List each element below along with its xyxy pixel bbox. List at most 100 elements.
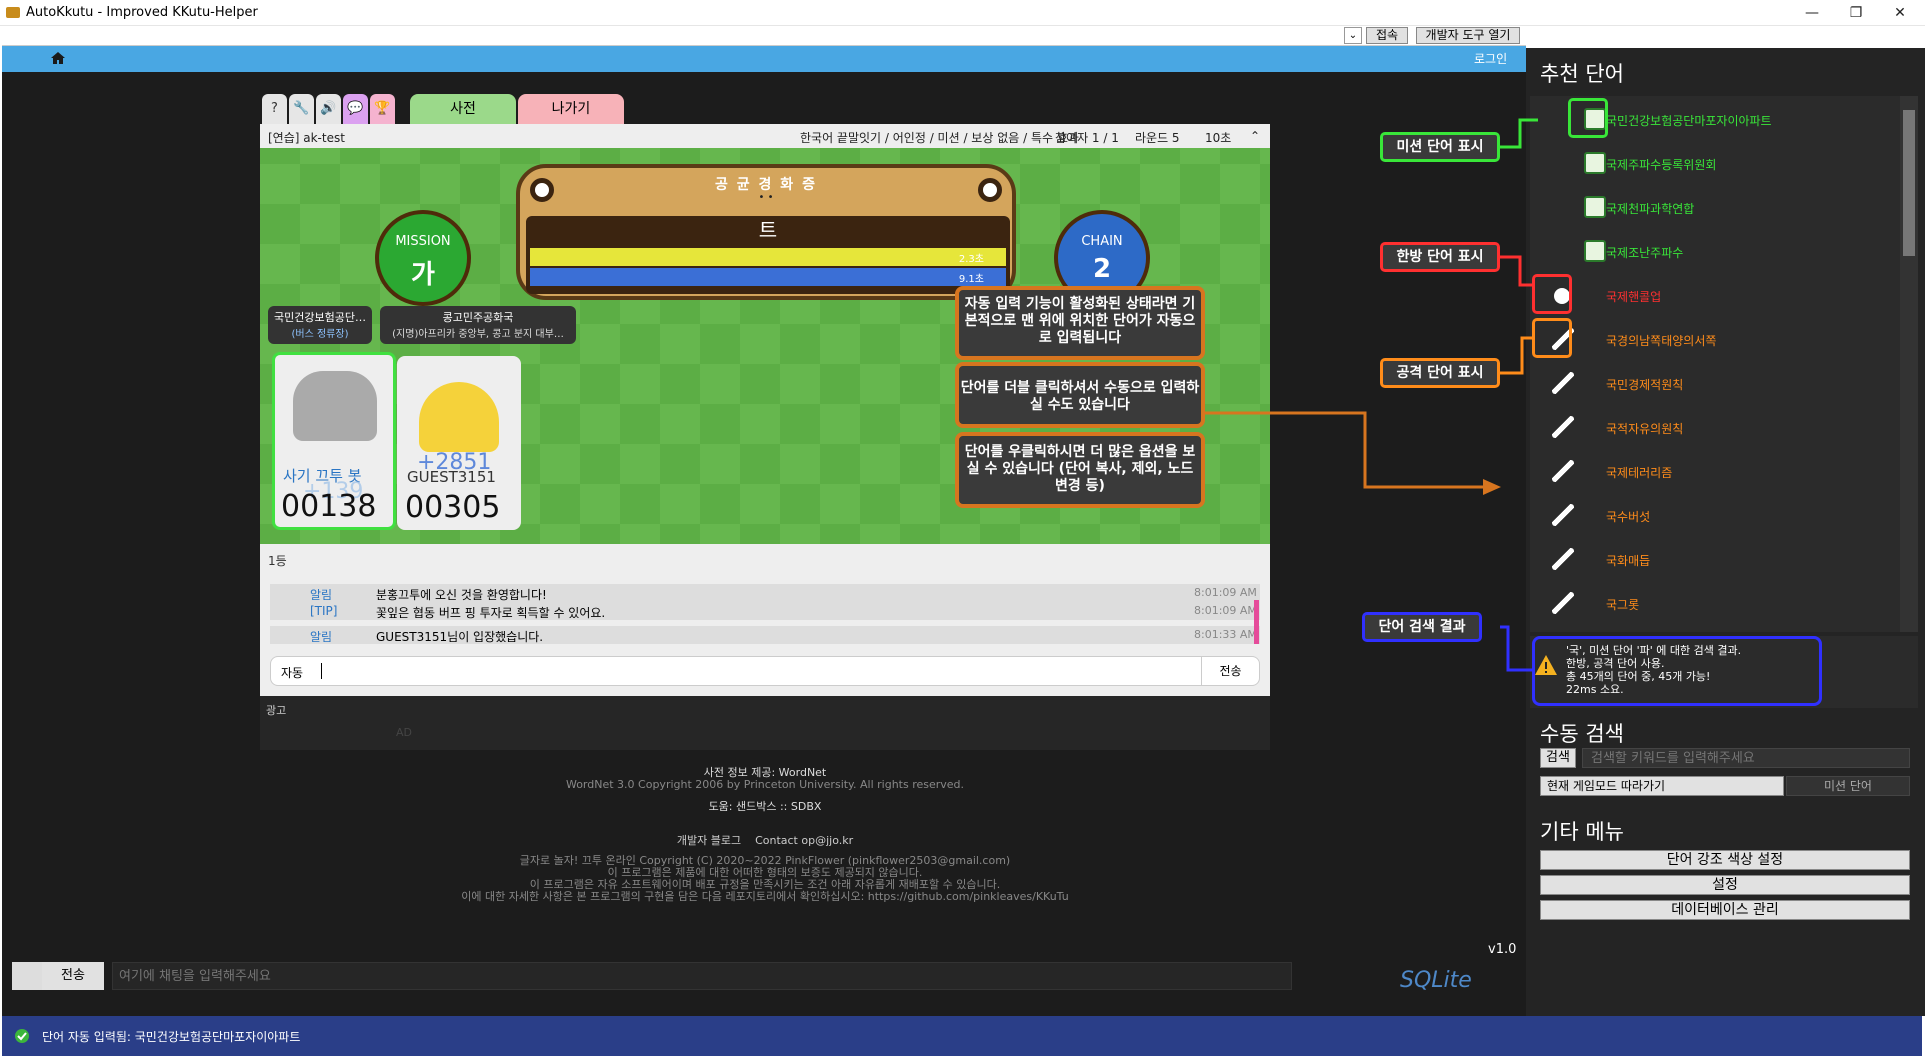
sqlite-logo: SQLite: [1400, 968, 1472, 993]
player-card[interactable]: GUEST3151 +2851 00305: [397, 356, 521, 530]
chat-panel: 1등 알림 분홍끄투에 오신 것을 환영합니다! 8:01:09 AM [TIP…: [260, 544, 1270, 696]
maximize-button[interactable]: ❐: [1834, 2, 1878, 24]
mission-callout: 미션 단어 표시: [1380, 132, 1500, 162]
word-item[interactable]: 국경의남쪽태양의서쪽: [1540, 320, 1900, 360]
word-board: 공 균 경 화 증 • • 트 2.3초 9.1초: [516, 164, 1016, 300]
player-score: 00305: [405, 490, 501, 525]
callout-connectors: [1500, 118, 1538, 672]
turn-timer-bar: 2.3초: [530, 248, 1006, 266]
word-hint: 공 균 경 화 증: [715, 177, 817, 193]
ad-area: 광고 AD: [260, 696, 1270, 750]
footer-help[interactable]: 도움: 샌드박스 :: SDBX: [260, 798, 1270, 814]
word-item[interactable]: 국그롯: [1540, 584, 1900, 624]
word-label: 국제천파과학연합: [1606, 202, 1695, 216]
app-icon: [6, 7, 20, 18]
chat-time: 8:01:09 AM: [1194, 604, 1257, 617]
sound-icon[interactable]: 🔊: [316, 94, 341, 124]
board-dots: • •: [758, 192, 774, 203]
settings-button[interactable]: 설정: [1540, 875, 1910, 895]
player-score: 00138: [281, 489, 377, 524]
room-round: 라운드 5: [1135, 131, 1180, 145]
word-item[interactable]: 국적자유의원칙: [1540, 408, 1900, 448]
chat-send-button[interactable]: 전송: [42, 962, 104, 990]
window-title: AutoKkutu - Improved KKutu-Helper: [26, 5, 258, 20]
word-label: 국경의남쪽태양의서쪽: [1606, 334, 1717, 348]
word-item[interactable]: 국수버섯: [1540, 496, 1900, 536]
game-chat-input[interactable]: 자동 전송: [270, 656, 1260, 686]
word-item[interactable]: 국화매듭: [1540, 540, 1900, 580]
game-send-button[interactable]: 전송: [1201, 657, 1259, 685]
minimize-button[interactable]: —: [1790, 2, 1834, 24]
chat-text: 꽃잎은 협동 버프 핑 투자로 획득할 수 있어요.: [376, 606, 606, 620]
search-result-outline: [1532, 636, 1822, 706]
word-item[interactable]: 국제핸콜업: [1540, 276, 1900, 316]
chat-time: 8:01:09 AM: [1194, 586, 1257, 599]
chain-value: 2: [1092, 254, 1112, 284]
tab-exit[interactable]: 나가기: [518, 94, 624, 124]
version-label: v1.0: [1488, 942, 1517, 957]
scrollbar-thumb[interactable]: [1903, 110, 1915, 256]
close-button[interactable]: ✕: [1878, 2, 1922, 24]
chat-text: GUEST3151님이 입장했습니다.: [376, 630, 544, 644]
database-button[interactable]: 데이터베이스 관리: [1540, 900, 1910, 920]
chat-message: [TIP] 꽃잎은 협동 버프 핑 투자로 획득할 수 있어요. 8:01:09…: [270, 602, 1260, 620]
attack-callout: 공격 단어 표시: [1380, 358, 1500, 388]
word-label: 국제테러리즘: [1606, 466, 1673, 480]
room-name: [연습] ak-test: [268, 131, 345, 145]
round-timer-label: 9.1초: [958, 274, 984, 285]
mission-icon: [1584, 196, 1606, 218]
round-timer-bar: 9.1초: [530, 268, 1006, 286]
mission-label: MISSION: [395, 234, 451, 249]
rank-label: 1등: [268, 554, 287, 568]
word-list-scrollbar[interactable]: [1900, 96, 1918, 632]
window-titlebar: AutoKkutu - Improved KKutu-Helper — ❐ ✕: [0, 0, 1925, 26]
login-link[interactable]: 로그인: [1474, 50, 1507, 67]
chat-sender: [TIP]: [310, 604, 338, 618]
ad-label: 광고: [266, 704, 287, 717]
help-icon[interactable]: ?: [262, 94, 287, 124]
word-label: 국제주파수등록위원회: [1606, 158, 1717, 172]
word-card: 콩고민주공화국 (지명)아프리카 중앙부, 콩고 분지 대부…: [380, 306, 576, 344]
room-time: 10초: [1205, 131, 1232, 145]
trophy-icon[interactable]: 🏆: [370, 94, 395, 124]
url-dropdown[interactable]: ⌄: [1344, 27, 1362, 44]
word-item[interactable]: 국제테러리즘: [1540, 452, 1900, 492]
chat-scrollbar[interactable]: [1254, 600, 1259, 644]
chat-message: 알림 GUEST3151님이 입장했습니다. 8:01:33 AM: [270, 626, 1260, 644]
player-card[interactable]: 사기 끄투 봇 +139 00138: [272, 352, 396, 530]
word-label: 국그롯: [1606, 598, 1640, 612]
collapse-icon[interactable]: ⌃: [1250, 129, 1260, 143]
word-item[interactable]: 국제주파수등록위원회: [1540, 144, 1900, 184]
highlight-color-button[interactable]: 단어 강조 색상 설정: [1540, 850, 1910, 870]
status-text: 단어 자동 입력됨: 국민건강보험공단마포자이아파트: [42, 1030, 301, 1044]
room-info-bar: [연습] ak-test 한국어 끝말잇기 / 어인정 / 미션 / 보상 없음…: [260, 124, 1270, 148]
search-input[interactable]: [1582, 748, 1910, 768]
chat-sender: 알림: [310, 588, 333, 602]
chat-input[interactable]: [112, 962, 1292, 990]
chat-message: 알림 분홍끄투에 오신 것을 환영합니다! 8:01:09 AM: [270, 584, 1260, 602]
chat-option-button[interactable]: [12, 962, 42, 990]
settings-icon[interactable]: 🔧: [289, 94, 314, 124]
chat-icon[interactable]: 💬: [343, 94, 368, 124]
devtools-button[interactable]: 개발자 도구 열기: [1416, 27, 1520, 44]
mission-word-input[interactable]: 미션 단어: [1786, 776, 1910, 796]
footer-contact[interactable]: Contact op@jjo.kr: [755, 834, 853, 847]
connect-button[interactable]: 접속: [1366, 27, 1408, 44]
word-label: 국민경제적원칙: [1606, 378, 1684, 392]
mode-select[interactable]: 현재 게임모드 따라가기: [1540, 776, 1784, 796]
word-item[interactable]: 국제조난주파수: [1540, 232, 1900, 272]
tip-box: 자동 입력 기능이 활성화된 상태라면 기본적으로 맨 위에 위치한 단어가 자…: [955, 286, 1205, 360]
turn-timer-label: 2.3초: [958, 254, 984, 265]
chain-label: CHAIN: [1081, 234, 1123, 249]
mission-icon: [1584, 152, 1606, 174]
search-button[interactable]: 검색: [1540, 748, 1576, 768]
tab-dictionary[interactable]: 사전: [410, 94, 516, 124]
footer-copyright: 이에 대한 자세한 사항은 본 프로그램의 구현을 담은 다음 레포지토리에서 …: [461, 890, 1069, 903]
arrow-icon: [1205, 411, 1501, 495]
footer-blog-link[interactable]: 개발자 블로그: [677, 834, 741, 847]
word-item[interactable]: 국제천파과학연합: [1540, 188, 1900, 228]
home-icon[interactable]: [50, 50, 66, 66]
chat-text: 분홍끄투에 오신 것을 환영합니다!: [376, 588, 547, 602]
other-menu-title: 기타 메뉴: [1540, 820, 1624, 844]
word-item[interactable]: 국민경제적원칙: [1540, 364, 1900, 404]
